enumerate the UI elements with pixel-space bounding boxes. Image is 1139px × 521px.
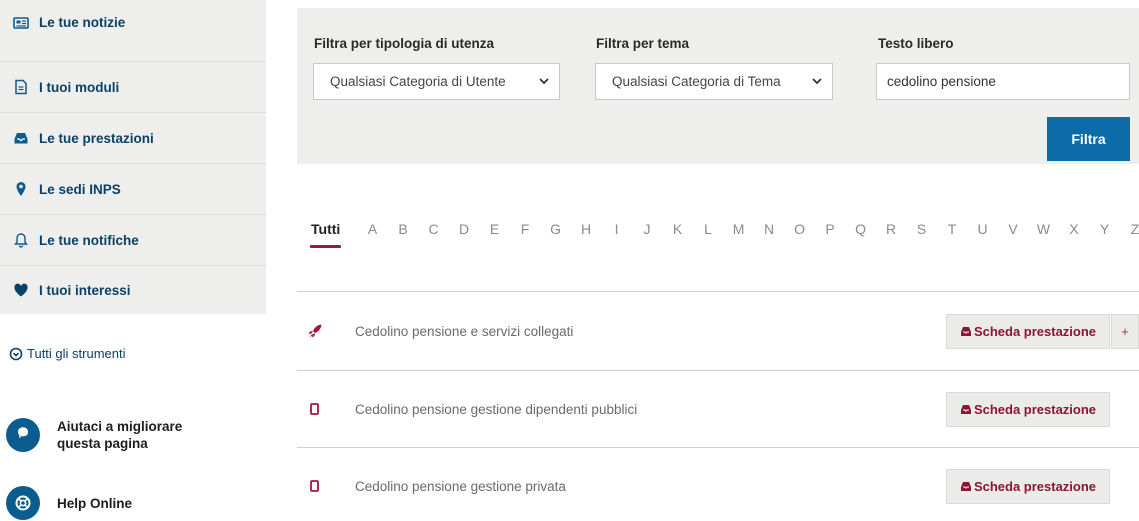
lifebuoy-icon (6, 486, 40, 520)
expand-button[interactable]: + (1111, 313, 1139, 349)
alphabet-letter[interactable]: K (662, 221, 693, 237)
scheda-prestazione-label: Scheda prestazione (973, 323, 1097, 339)
results-list: Cedolino pensione e servizi collegati Sc… (297, 291, 1139, 521)
alphabet-letter[interactable]: H (571, 221, 602, 237)
alphabet-letter[interactable]: B (388, 221, 419, 237)
alphabet-filter: Tutti A B C D E F G H I J K L M N O P Q R S T U V W X Y Z (309, 221, 1139, 248)
inbox-icon (960, 325, 972, 337)
user-type-select-value: Qualsiasi Categoria di Utente (330, 74, 506, 89)
alphabet-letter[interactable]: T (937, 221, 968, 237)
document-icon (12, 78, 30, 96)
alphabet-letter[interactable]: C (418, 221, 449, 237)
sidebar-item-notifiche[interactable]: Le tue notifiche (0, 215, 266, 266)
scheda-prestazione-label: Scheda prestazione (973, 478, 1097, 494)
sidebar-item-notizie[interactable]: Le tue notizie (0, 0, 266, 62)
rocket-icon (308, 324, 322, 338)
alphabet-letter[interactable]: R (876, 221, 907, 237)
chat-bubble-icon (6, 418, 40, 452)
result-title[interactable]: Cedolino pensione gestione dipendenti pu… (355, 402, 637, 417)
sidebar-item-interessi[interactable]: I tuoi interessi (0, 266, 266, 314)
document-icon (310, 403, 319, 415)
alphabet-letter[interactable]: N (754, 221, 785, 237)
theme-filter-label: Filtra per tema (596, 36, 690, 51)
filter-button[interactable]: Filtra (1047, 117, 1130, 161)
document-icon (310, 480, 319, 492)
result-row: Cedolino pensione gestione privata Sched… (297, 447, 1139, 521)
alphabet-letter[interactable]: J (632, 221, 663, 237)
alphabet-letter[interactable]: A (357, 221, 388, 237)
feedback-line-1: Aiutaci a migliorare (57, 419, 183, 434)
sidebar-item-label: I tuoi moduli (39, 79, 120, 95)
alphabet-letter[interactable]: D (449, 221, 480, 237)
feedback-label: Aiutaci a migliorare questa pagina (57, 418, 182, 452)
alphabet-letter[interactable]: F (510, 221, 541, 237)
scheda-prestazione-label: Scheda prestazione (973, 401, 1097, 417)
help-online-link[interactable]: Help Online (6, 486, 132, 520)
feedback-line-2: questa pagina (57, 436, 148, 451)
sidebar-menu: Le tue notizie I tuoi moduli Le tue pres… (0, 0, 266, 314)
filter-panel: Filtra per tipologia di utenza Qualsiasi… (297, 8, 1139, 164)
alphabet-letter[interactable]: G (540, 221, 571, 237)
alphabet-letter[interactable]: E (479, 221, 510, 237)
heart-icon (12, 281, 30, 299)
alphabet-letter[interactable]: M (723, 221, 754, 237)
sidebar-item-label: Le sedi INPS (39, 181, 121, 197)
alphabet-letter[interactable]: L (693, 221, 724, 237)
help-online-label: Help Online (57, 495, 133, 511)
news-icon (12, 14, 30, 32)
feedback-link[interactable]: Aiutaci a migliorare questa pagina (6, 418, 182, 452)
scheda-prestazione-button[interactable]: Scheda prestazione (946, 468, 1110, 504)
alphabet-letter[interactable]: P (815, 221, 846, 237)
inbox-icon (12, 129, 30, 147)
alphabet-letter[interactable]: Z (1120, 221, 1139, 237)
sidebar: Le tue notizie I tuoi moduli Le tue pres… (0, 0, 268, 314)
alphabet-letter[interactable]: X (1059, 221, 1090, 237)
location-pin-icon (12, 180, 30, 198)
sidebar-item-moduli[interactable]: I tuoi moduli (0, 62, 266, 113)
chevron-down-icon (812, 78, 822, 85)
chevron-down-icon (539, 78, 549, 85)
sidebar-item-label: I tuoi interessi (39, 282, 131, 298)
result-row: Cedolino pensione e servizi collegati Sc… (297, 291, 1139, 370)
result-row: Cedolino pensione gestione dipendenti pu… (297, 370, 1139, 447)
alphabet-letter[interactable]: Q (845, 221, 876, 237)
all-tools-label: Tutti gli strumenti (27, 346, 126, 361)
free-text-label: Testo libero (878, 36, 954, 51)
theme-select-value: Qualsiasi Categoria di Tema (612, 74, 781, 89)
result-title[interactable]: Cedolino pensione e servizi collegati (355, 324, 573, 339)
alphabet-letter[interactable]: Y (1089, 221, 1120, 237)
scheda-prestazione-button[interactable]: Scheda prestazione (946, 313, 1110, 349)
alphabet-letter[interactable]: V (998, 221, 1029, 237)
sidebar-item-label: Le tue prestazioni (39, 130, 154, 146)
user-type-filter-label: Filtra per tipologia di utenza (314, 36, 495, 51)
sidebar-item-prestazioni[interactable]: Le tue prestazioni (0, 113, 266, 164)
free-text-input[interactable] (876, 63, 1130, 100)
inbox-icon (960, 403, 972, 415)
result-title[interactable]: Cedolino pensione gestione privata (355, 479, 566, 494)
scheda-prestazione-button[interactable]: Scheda prestazione (946, 391, 1110, 427)
alphabet-letter[interactable]: O (784, 221, 815, 237)
sidebar-item-sedi[interactable]: Le sedi INPS (0, 164, 266, 215)
alphabet-letter[interactable]: W (1028, 221, 1059, 237)
theme-select[interactable]: Qualsiasi Categoria di Tema (595, 63, 833, 100)
alphabet-letter[interactable]: I (601, 221, 632, 237)
alphabet-letter[interactable]: U (967, 221, 998, 237)
bell-icon (12, 231, 30, 249)
user-type-select[interactable]: Qualsiasi Categoria di Utente (313, 63, 560, 100)
inbox-icon (960, 480, 972, 492)
sidebar-item-label: Le tue notifiche (39, 232, 139, 248)
alphabet-letter[interactable]: S (906, 221, 937, 237)
chevron-circle-icon (9, 347, 23, 361)
alphabet-all[interactable]: Tutti (309, 221, 342, 248)
sidebar-item-label: Le tue notizie (39, 15, 126, 30)
all-tools-link[interactable]: Tutti gli strumenti (9, 346, 126, 361)
